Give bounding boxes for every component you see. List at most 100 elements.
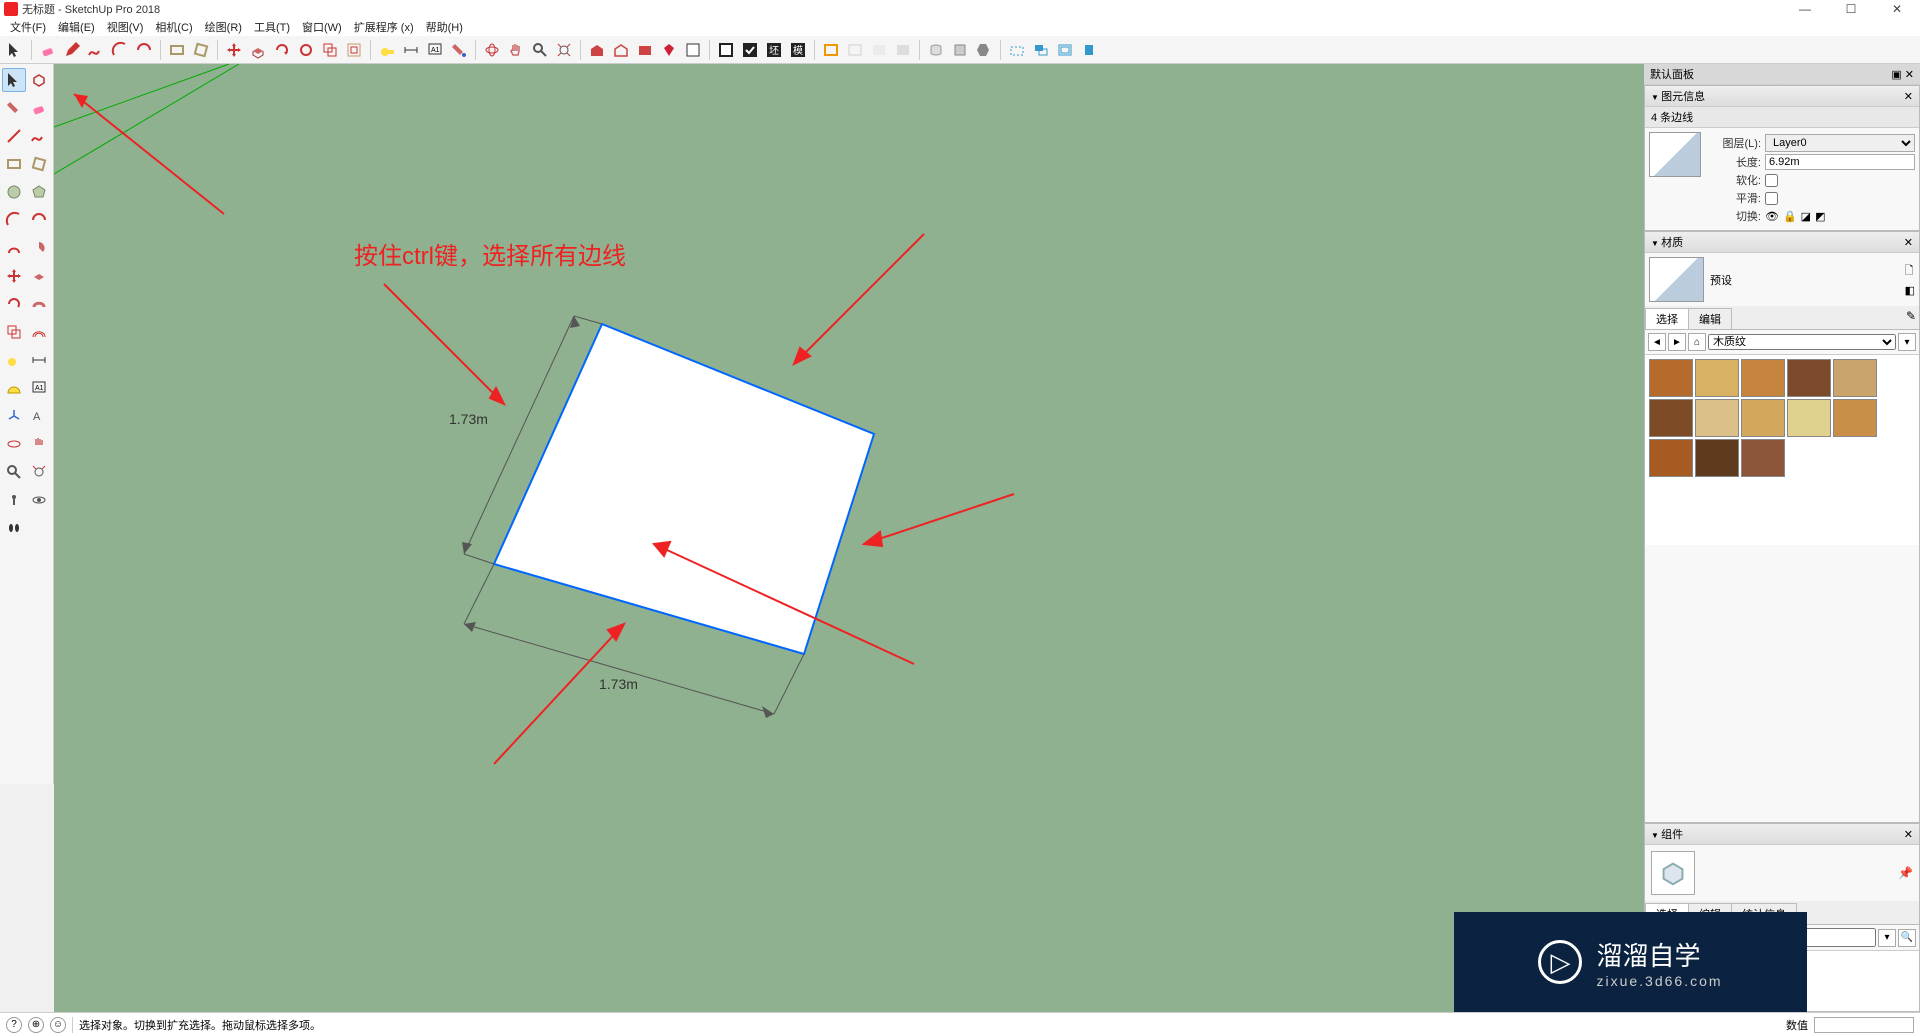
close-icon[interactable]: ✕ xyxy=(1904,90,1913,103)
menu-camera[interactable]: 相机(C) xyxy=(149,19,198,35)
maximize-button[interactable]: ☐ xyxy=(1828,0,1874,18)
lookaround-tool-icon[interactable] xyxy=(2,488,26,512)
zoomext-tool-icon[interactable] xyxy=(28,460,52,484)
geo-icon[interactable]: ⊕ xyxy=(28,1017,44,1033)
material-category-select[interactable]: 木质纹 xyxy=(1708,334,1896,350)
measurement-input[interactable] xyxy=(1814,1017,1914,1033)
close-icon[interactable]: ✕ xyxy=(1904,236,1913,249)
arc-tool-icon[interactable] xyxy=(2,208,26,232)
view-front-icon[interactable] xyxy=(1054,39,1076,61)
material-swatch[interactable] xyxy=(1649,399,1693,437)
arc2-tool-icon[interactable] xyxy=(28,208,52,232)
lock-icon[interactable]: 🔒 xyxy=(1783,210,1797,223)
menu-window[interactable]: 窗口(W) xyxy=(296,19,348,35)
walk-tool-icon[interactable] xyxy=(2,516,26,540)
solid-union-icon[interactable] xyxy=(973,39,995,61)
pencil-icon[interactable] xyxy=(61,39,83,61)
visible-icon[interactable]: 👁 xyxy=(1765,210,1779,223)
search-icon[interactable]: 🔍 xyxy=(1898,929,1916,947)
components-header[interactable]: 组件✕ xyxy=(1645,824,1919,845)
arc3-tool-icon[interactable] xyxy=(2,236,26,260)
close-icon[interactable]: ✕ xyxy=(1904,828,1913,841)
ruby-icon[interactable] xyxy=(658,39,680,61)
offset-tool-icon[interactable] xyxy=(28,320,52,344)
smooth-checkbox[interactable] xyxy=(1765,192,1778,205)
select-tool-icon[interactable] xyxy=(4,39,26,61)
followme-icon[interactable] xyxy=(295,39,317,61)
select-tool-button[interactable] xyxy=(2,68,26,92)
warehouse2-icon[interactable] xyxy=(610,39,632,61)
style3-icon[interactable]: 坯 xyxy=(763,39,785,61)
pan-tool-icon[interactable] xyxy=(28,432,52,456)
menu-help[interactable]: 帮助(H) xyxy=(420,19,469,35)
view-iso-icon[interactable] xyxy=(1006,39,1028,61)
material-swatch[interactable] xyxy=(1833,399,1877,437)
solid-intersect-icon[interactable] xyxy=(949,39,971,61)
rotate-icon[interactable] xyxy=(271,39,293,61)
tab-edit[interactable]: 编辑 xyxy=(1688,308,1732,329)
orbit-tool-icon[interactable] xyxy=(2,432,26,456)
component-tool-icon[interactable] xyxy=(28,68,51,92)
dimension-icon[interactable] xyxy=(400,39,422,61)
move-icon[interactable] xyxy=(223,39,245,61)
paint-bucket-icon[interactable] xyxy=(2,96,26,120)
freehand-tool-icon[interactable] xyxy=(28,124,52,148)
followme-tool-icon[interactable] xyxy=(28,292,52,316)
warehouse-icon[interactable] xyxy=(586,39,608,61)
move-tool-icon[interactable] xyxy=(2,264,26,288)
menu-edit[interactable]: 编辑(E) xyxy=(52,19,101,35)
zoom-tool-icon[interactable] xyxy=(2,460,26,484)
view-top-icon[interactable] xyxy=(1030,39,1052,61)
rotrect-tool-icon[interactable] xyxy=(28,152,52,176)
default-panel-header[interactable]: 默认面板 ▣ ✕ xyxy=(1644,64,1920,85)
forward-icon[interactable]: ► xyxy=(1668,333,1686,351)
tab-select[interactable]: 选择 xyxy=(1645,308,1689,329)
polygon-tool-icon[interactable] xyxy=(28,180,52,204)
menu-extensions[interactable]: 扩展程序 (x) xyxy=(348,19,420,35)
material-swatch[interactable] xyxy=(1695,359,1739,397)
scale-icon[interactable] xyxy=(319,39,341,61)
layout-icon[interactable] xyxy=(682,39,704,61)
style2-icon[interactable] xyxy=(739,39,761,61)
material-swatch[interactable] xyxy=(1649,359,1693,397)
menu-draw[interactable]: 绘图(R) xyxy=(199,19,248,35)
arc-icon[interactable] xyxy=(109,39,131,61)
zoom-icon[interactable] xyxy=(529,39,551,61)
home-icon[interactable]: ⌂ xyxy=(1688,333,1706,351)
layer-select[interactable]: Layer0 xyxy=(1765,134,1915,152)
length-field[interactable] xyxy=(1765,154,1915,170)
orbit-icon[interactable] xyxy=(481,39,503,61)
dimension-tool-icon[interactable] xyxy=(28,348,52,372)
pin-icon[interactable]: ▣ xyxy=(1891,69,1901,81)
material-swatch[interactable] xyxy=(1741,399,1785,437)
freehand-icon[interactable] xyxy=(85,39,107,61)
text-icon[interactable]: A1 xyxy=(424,39,446,61)
eyedropper-icon[interactable]: ✎ xyxy=(1903,306,1919,329)
paint-icon[interactable] xyxy=(448,39,470,61)
section-fill-icon[interactable] xyxy=(892,39,914,61)
zoom-extents-icon[interactable] xyxy=(553,39,575,61)
cast-icon[interactable]: ◩ xyxy=(1815,210,1825,223)
eraser-tool-icon[interactable] xyxy=(28,96,52,120)
material-swatch[interactable] xyxy=(1787,399,1831,437)
solid-outer-icon[interactable] xyxy=(925,39,947,61)
pie-tool-icon[interactable] xyxy=(28,236,52,260)
material-swatch[interactable] xyxy=(1649,439,1693,477)
rotated-rect-icon[interactable] xyxy=(190,39,212,61)
minimize-button[interactable]: — xyxy=(1782,0,1828,18)
menu-icon[interactable]: ▾ xyxy=(1898,333,1916,351)
material-swatch[interactable] xyxy=(1695,439,1739,477)
section-tool-icon[interactable] xyxy=(28,516,52,540)
text-tool-icon[interactable]: A1 xyxy=(28,376,52,400)
materials-header[interactable]: 材质✕ xyxy=(1645,232,1919,253)
default-material-icon[interactable]: ◧ xyxy=(1905,284,1915,297)
close-panel-icon[interactable]: ✕ xyxy=(1905,69,1914,81)
help-icon[interactable]: ? xyxy=(6,1017,22,1033)
protractor-tool-icon[interactable] xyxy=(2,376,26,400)
user-icon[interactable]: ☺ xyxy=(50,1017,66,1033)
eye-tool-icon[interactable] xyxy=(28,488,52,512)
material-swatch[interactable] xyxy=(1695,399,1739,437)
current-material-swatch[interactable] xyxy=(1649,257,1704,302)
viewport[interactable]: 按住ctrl键，选择所有边线 1.73m 1.73m xyxy=(54,64,1644,1012)
section-plane-icon[interactable] xyxy=(820,39,842,61)
